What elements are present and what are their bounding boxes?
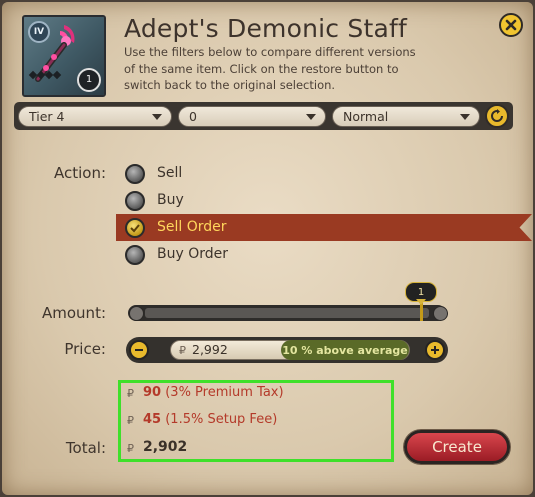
fees-highlight-box [118,380,394,462]
item-title: Adept's Demonic Staff [124,14,407,43]
price-increase-button[interactable] [425,340,445,360]
price-value[interactable]: 2,992 [192,342,228,357]
radio-buy-order[interactable] [125,245,145,265]
tier-dropdown[interactable]: Tier 4 [18,106,172,127]
amount-slider-track [145,308,429,318]
minus-icon [135,349,143,351]
restore-button[interactable] [485,104,509,128]
chevron-down-icon [152,114,162,120]
close-icon [505,19,517,31]
price-label: Price: [64,340,106,358]
price-comparison-badge: 10 % above average [281,340,409,360]
tier-dropdown-value: Tier 4 [29,109,65,124]
quantity-badge: 1 [77,68,101,92]
quality-dropdown-value: Normal [343,109,389,124]
radio-sell-order[interactable] [125,218,145,238]
option-sell-order-label[interactable]: Sell Order [157,219,227,235]
radio-sell[interactable] [125,164,145,184]
enchantment-dots [28,70,62,80]
option-sell-label[interactable]: Sell [157,165,182,181]
enchantment-dropdown[interactable]: 0 [178,106,326,127]
create-button[interactable]: Create [404,430,510,464]
item-description: Use the filters below to compare differe… [124,45,416,92]
tier-badge: IV [28,21,50,43]
total-label: Total: [65,439,106,457]
option-buy-label[interactable]: Buy [157,192,184,208]
price-decrease-button[interactable] [129,340,149,360]
item-icon-frame: IV 1 [22,15,106,97]
amount-bubble-pointer [416,299,426,305]
slider-increment-handle[interactable] [433,306,448,321]
amount-slider-thumb[interactable] [420,303,423,321]
silver-coin-icon: ₽ [179,344,186,357]
chevron-down-icon [460,114,470,120]
action-label: Action: [53,164,106,182]
amount-label: Amount: [42,304,106,322]
plus-icon [431,346,439,354]
enchantment-dropdown-value: 0 [189,109,197,124]
checkmark-icon [130,224,140,233]
close-button[interactable] [499,13,523,37]
quality-dropdown[interactable]: Normal [332,106,480,127]
slider-decrement-handle[interactable] [129,306,144,321]
restore-icon [491,109,503,122]
chevron-down-icon [306,114,316,120]
radio-buy[interactable] [125,191,145,211]
option-buy-order-label[interactable]: Buy Order [157,246,228,262]
